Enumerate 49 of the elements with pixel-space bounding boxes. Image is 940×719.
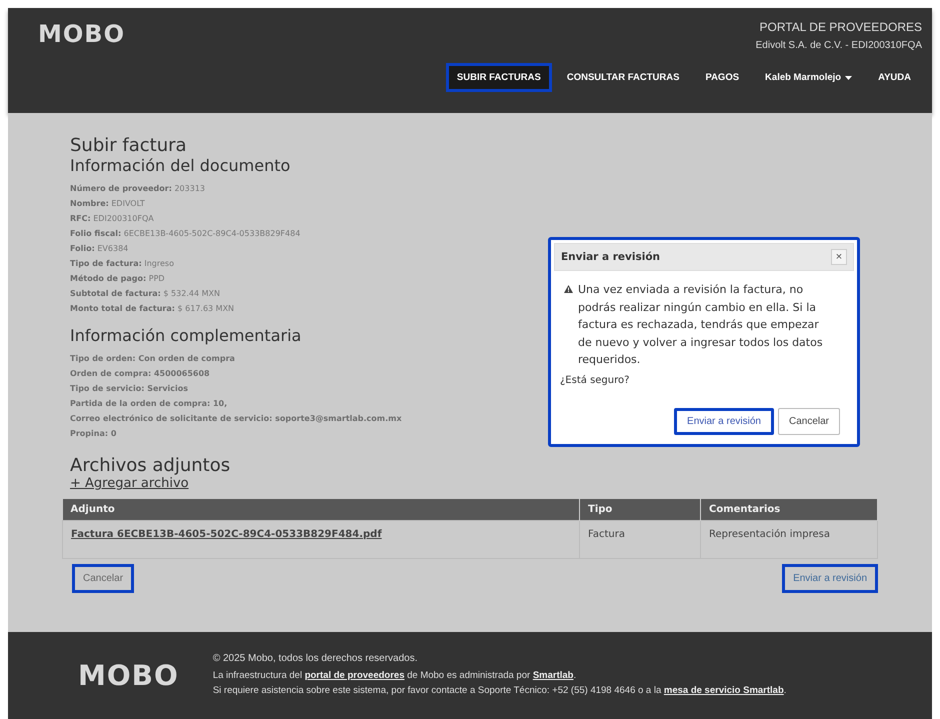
add-file-link[interactable]: + Agregar archivo: [70, 476, 189, 491]
nav-item[interactable]: CONSULTAR FACTURAS: [556, 63, 690, 92]
info-line: Nombre: EDIVOLT: [70, 198, 145, 210]
section-title: Información complementaria: [70, 326, 302, 345]
table-cell: Factura: [580, 520, 700, 558]
info-line: RFC: EDI200310FQA: [70, 213, 154, 225]
portal-title: PORTAL DE PROVEEDORES: [760, 20, 922, 34]
copyright-text: © 2025 Mobo, todos los derechos reservados.: [212, 653, 418, 664]
info-line: Orden de compra: 4500065608: [70, 368, 210, 380]
column-header: Tipo: [580, 499, 700, 520]
info-line: Correo electrónico de solicitante de servicio: soporte3@smartlab.com.mx: [70, 413, 402, 425]
nav-item[interactable]: PAGOS: [694, 63, 750, 92]
footer-link[interactable]: mesa de servicio Smartlab: [664, 685, 784, 696]
info-line: Subtotal de factura: $ 532.44 MXN: [70, 288, 220, 300]
info-line: Folio: EV6384: [70, 243, 128, 255]
page-title: Subir factura: [70, 135, 187, 156]
info-line: Monto total de factura: $ 617.63 MXN: [70, 303, 234, 315]
column-header: Adjunto: [62, 499, 580, 520]
info-line: Tipo de servicio: Servicios: [70, 383, 188, 395]
cancel-button[interactable]: Cancelar: [778, 408, 840, 434]
nav-item[interactable]: AYUDA: [867, 63, 922, 92]
close-button[interactable]: ×: [831, 249, 847, 265]
info-line: Método de pago: PPD: [70, 273, 165, 285]
info-line: Propina: 0: [70, 428, 116, 440]
confirm-question: ¿Está seguro?: [560, 374, 630, 386]
nav-item[interactable]: Kaleb Marmolejo: [754, 63, 864, 92]
submit-button[interactable]: Enviar a revisión: [674, 408, 774, 434]
footer-text: Si requiere asistencia sobre este sistema, por favor contacte a Soporte Técnico: +52 (55) 4198 4646 o a la mesa de servicio Smartlab.: [212, 684, 786, 698]
section-title: Archivos adjuntos: [70, 455, 230, 476]
file-link[interactable]: Factura 6ECBE13B-4605-502C-89C4-0533B829F484.pdf: [71, 529, 382, 540]
logo: MOBO: [38, 20, 125, 48]
section-title: Información del documento: [70, 156, 290, 175]
table-cell: Representación impresa: [700, 520, 878, 558]
footer-text: La infraestructura del portal de proveedores de Mobo es administrada por Smartlab.: [212, 669, 576, 683]
info-line: Tipo de orden: Con orden de compra: [70, 353, 235, 365]
footer-link[interactable]: Smartlab: [532, 670, 574, 681]
info-line: Partida de la orden de compra: 10,: [70, 398, 228, 410]
logo: MOBO: [78, 659, 179, 692]
footer-link[interactable]: portal de proveedores: [304, 670, 404, 681]
warning-icon: [564, 285, 573, 293]
cancel-button[interactable]: Cancelar: [72, 564, 134, 593]
info-line: Número de proveedor: 203313: [70, 183, 206, 195]
column-header: Comentarios: [700, 499, 878, 520]
warning-message: Una vez enviada a revisión la factura, no podrás realizar ningún cambio en ella. Si la factura es rechazada, tendrás que empezar de nuevo y volver a ingresar todos los datos requeridos.: [578, 282, 824, 368]
nav-item[interactable]: SUBIR FACTURAS: [446, 63, 552, 92]
company-name: Edivolt S.A. de C.V. - EDI200310FQA: [756, 40, 922, 51]
info-line: Tipo de factura: Ingreso: [70, 258, 174, 270]
dialog-title: Enviar a revisión: [561, 251, 660, 263]
info-line: Folio fiscal: 6ECBE13B-4605-502C-89C4-0533B829F484: [70, 228, 300, 240]
